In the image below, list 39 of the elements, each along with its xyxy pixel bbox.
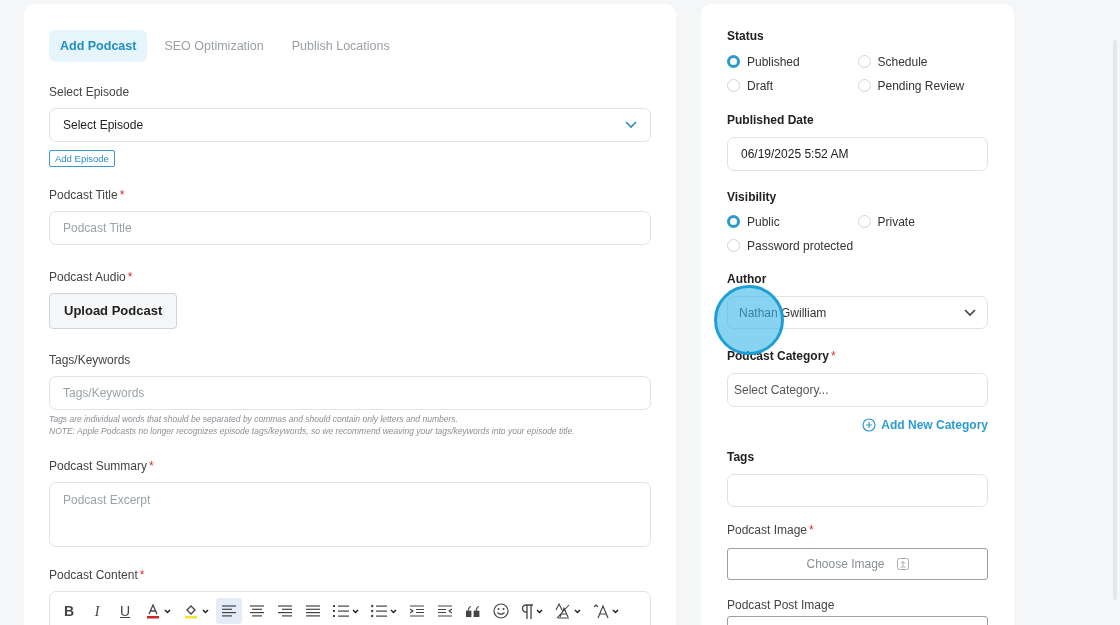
toolbar-button[interactable]: U bbox=[112, 598, 138, 624]
radio-option[interactable]: Password protected bbox=[727, 237, 858, 254]
text-field[interactable]: Tags/Keywords bbox=[49, 376, 651, 410]
field-label: Podcast Post Image bbox=[727, 597, 835, 614]
field-label: Tags/Keywords bbox=[49, 352, 131, 368]
required-mark: * bbox=[119, 187, 125, 203]
field-label: Status bbox=[727, 28, 764, 45]
field-label: Select Episode bbox=[49, 84, 130, 100]
add-episode-button[interactable]: Add Episode bbox=[49, 150, 115, 167]
required-mark: * bbox=[127, 269, 133, 285]
field-label: Podcast Summary bbox=[49, 458, 148, 474]
field-label: Published Date bbox=[727, 112, 814, 129]
category-field[interactable]: Select Category... bbox=[727, 373, 988, 407]
field-label: Visibility bbox=[727, 189, 777, 206]
required-mark: * bbox=[149, 458, 154, 474]
radio-option[interactable]: Public bbox=[727, 213, 858, 230]
radio-option[interactable]: Draft bbox=[727, 77, 858, 94]
radio-option[interactable]: Private bbox=[857, 213, 988, 230]
date-field[interactable]: 06/19/2025 5:52 AM bbox=[727, 137, 988, 171]
required-mark: * bbox=[831, 348, 836, 365]
radio-option[interactable]: Pending Review bbox=[857, 77, 988, 94]
text-field[interactable]: Podcast Title bbox=[49, 211, 651, 245]
upload-button[interactable]: Upload Podcast bbox=[49, 293, 178, 329]
field-label: Podcast Image bbox=[727, 522, 808, 539]
radio-option[interactable]: Schedule bbox=[857, 53, 988, 70]
required-mark: * bbox=[809, 522, 814, 539]
toolbar-button[interactable]: I bbox=[84, 598, 110, 624]
text-area[interactable]: Podcast Excerpt bbox=[49, 482, 651, 547]
field-label: Podcast Content bbox=[49, 567, 138, 583]
field-label: Podcast Title bbox=[49, 187, 118, 203]
hint-text: NOTE: Apple Podcasts no longer recognizes episode tags/keywords, so we recommend weaving your tags/keywords into your episode title. bbox=[49, 425, 576, 437]
required-mark: * bbox=[139, 567, 145, 583]
field-label: Tags bbox=[727, 449, 755, 466]
radio-option[interactable]: Published bbox=[727, 53, 858, 70]
select-field[interactable]: Select Episode bbox=[49, 108, 651, 142]
field-label: Podcast Audio bbox=[49, 269, 126, 285]
hint-text: Tags are individual words that should be separated by commas and should contain only letters and numbers. bbox=[49, 413, 459, 425]
toolbar-button[interactable]: B bbox=[56, 598, 82, 624]
field-label: Author bbox=[727, 271, 767, 288]
